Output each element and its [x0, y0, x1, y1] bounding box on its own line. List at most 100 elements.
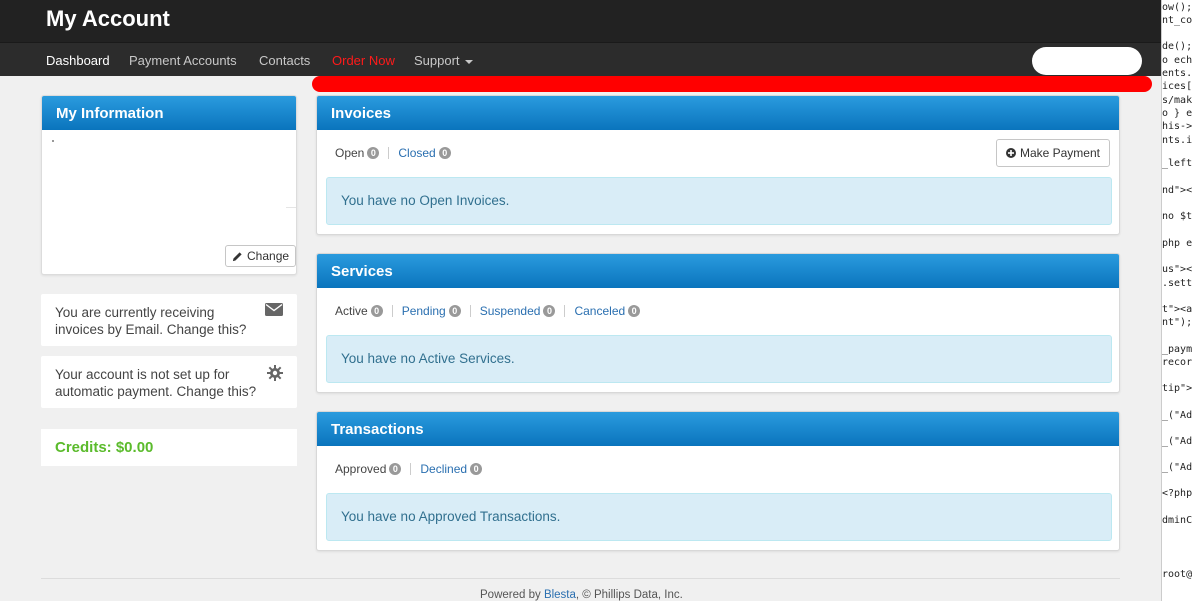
tab-open-invoices[interactable]: Open 0	[335, 146, 380, 160]
invoices-empty-message: You have no Open Invoices.	[326, 177, 1112, 225]
count-badge: 0	[628, 305, 641, 317]
count-badge: 0	[370, 305, 383, 317]
count-badge: 0	[543, 305, 556, 317]
code-line: root@	[1162, 569, 1193, 580]
tab-declined-transactions[interactable]: Declined 0	[420, 462, 483, 476]
code-line: ents.	[1162, 68, 1193, 79]
tab-label: Active	[335, 304, 368, 318]
code-line: _left	[1162, 158, 1193, 169]
make-payment-button[interactable]: Make Payment	[995, 139, 1110, 167]
tab-separator	[388, 147, 390, 159]
invoices-panel: Invoices Open 0 Closed 0 Make Payment You …	[316, 95, 1120, 235]
my-information-heading: My Information	[42, 96, 296, 130]
code-line: .sett	[1162, 278, 1193, 289]
top-header: My Account	[0, 0, 1161, 42]
count-badge: 0	[438, 147, 451, 159]
browser-viewport: My Account Dashboard Payment Accounts Co…	[0, 0, 1161, 601]
tab-active-services[interactable]: Active 0	[335, 304, 383, 318]
make-payment-label: Make Payment	[1019, 146, 1100, 160]
code-line: _("Ad	[1162, 462, 1193, 473]
code-editor-pane: ow(); nt_co de(); o ech ents. ices[s/mak o } e…	[1161, 0, 1200, 601]
transactions-heading: Transactions	[317, 412, 1119, 446]
email-notice-text: You are currently receiving invoices by …	[55, 305, 247, 337]
blesta-link[interactable]: Blesta	[544, 589, 576, 601]
tab-label: Closed	[398, 146, 436, 160]
nav-support[interactable]: Support	[414, 53, 473, 68]
transactions-panel: Transactions Approved 0 Declined 0 You hav…	[316, 411, 1120, 551]
tab-label: Approved	[335, 462, 387, 476]
nav-payment-accounts[interactable]: Payment Accounts	[129, 53, 237, 68]
code-line: _("Ad	[1162, 436, 1193, 447]
tab-label: Pending	[401, 304, 446, 318]
tab-label: Suspended	[479, 304, 541, 318]
code-line: _("Ad	[1162, 410, 1193, 421]
gear-icon	[267, 365, 283, 381]
nav-contacts[interactable]: Contacts	[259, 53, 310, 68]
code-line: php e	[1162, 238, 1193, 249]
count-badge: 0	[448, 305, 461, 317]
info-placeholder-dot	[52, 140, 54, 142]
code-line: de();	[1162, 41, 1193, 52]
chevron-down-icon	[464, 59, 473, 64]
user-menu-redacted[interactable]	[1032, 47, 1142, 75]
services-heading: Services	[317, 254, 1119, 288]
pencil-icon	[232, 251, 242, 261]
footer-suffix: , © Phillips Data, Inc.	[575, 589, 683, 601]
nav-order-now[interactable]: Order Now	[332, 53, 395, 68]
code-line: nt");	[1162, 317, 1193, 328]
code-line: dminC	[1162, 515, 1193, 526]
envelope-icon	[265, 303, 283, 316]
tab-canceled-services[interactable]: Canceled 0	[574, 304, 641, 318]
code-line: tip">	[1162, 383, 1193, 394]
code-line: us"><	[1162, 264, 1193, 275]
tab-closed-invoices[interactable]: Closed 0	[398, 146, 451, 160]
code-line: <?php	[1162, 488, 1193, 499]
count-badge: 0	[367, 147, 380, 159]
code-line: s/mak	[1162, 95, 1193, 106]
tab-separator	[564, 305, 566, 317]
code-line: nts.i	[1162, 135, 1193, 146]
footer-divider	[41, 578, 1120, 579]
services-empty-message: You have no Active Services.	[326, 335, 1112, 383]
code-line: ow();	[1162, 2, 1193, 13]
invoices-heading: Invoices	[317, 96, 1119, 130]
footer-prefix: Powered by	[480, 589, 544, 601]
credits-balance: Credits: $0.00	[41, 429, 297, 466]
tab-approved-transactions[interactable]: Approved 0	[335, 462, 402, 476]
transactions-empty-message: You have no Approved Transactions.	[326, 493, 1112, 541]
my-information-card: My Information Change	[41, 95, 297, 275]
email-notice[interactable]: You are currently receiving invoices by …	[41, 294, 297, 346]
code-line: nt_co	[1162, 15, 1193, 26]
code-line: no $t	[1162, 211, 1193, 222]
services-tabs: Active 0 Pending 0 Suspended 0 Canceled 0	[335, 304, 641, 318]
change-info-button[interactable]: Change	[225, 245, 296, 267]
invoices-tabs: Open 0 Closed 0	[335, 146, 451, 160]
plus-circle-icon	[1005, 148, 1016, 158]
change-label: Change	[247, 249, 290, 263]
tab-separator	[469, 305, 471, 317]
count-badge: 0	[389, 463, 402, 475]
nav-dashboard[interactable]: Dashboard	[46, 53, 110, 68]
code-line: t"><a	[1162, 304, 1193, 315]
info-divider	[286, 207, 296, 208]
tab-label: Declined	[420, 462, 468, 476]
autopay-notice[interactable]: Your account is not set up for automatic…	[41, 356, 297, 408]
code-line: ices[	[1162, 81, 1193, 92]
tab-label: Canceled	[574, 304, 626, 318]
code-line: _paym	[1162, 344, 1193, 355]
autopay-notice-text: Your account is not set up for automatic…	[55, 367, 257, 399]
tab-separator	[391, 305, 393, 317]
code-line: nd"><	[1162, 185, 1193, 196]
tab-suspended-services[interactable]: Suspended 0	[480, 304, 556, 318]
code-line: recor	[1162, 357, 1193, 368]
nav-support-label: Support	[414, 53, 460, 68]
count-badge: 0	[470, 463, 483, 475]
transactions-tabs: Approved 0 Declined 0	[335, 462, 483, 476]
footer: Powered by Blesta, © Phillips Data, Inc.	[480, 589, 683, 601]
main-nav: Dashboard Payment Accounts Contacts Orde…	[0, 42, 1161, 76]
tab-pending-services[interactable]: Pending 0	[402, 304, 461, 318]
code-line: o } e	[1162, 108, 1193, 119]
redaction-mark	[312, 76, 1152, 92]
tab-separator	[410, 463, 412, 475]
code-line: his->	[1162, 121, 1193, 132]
